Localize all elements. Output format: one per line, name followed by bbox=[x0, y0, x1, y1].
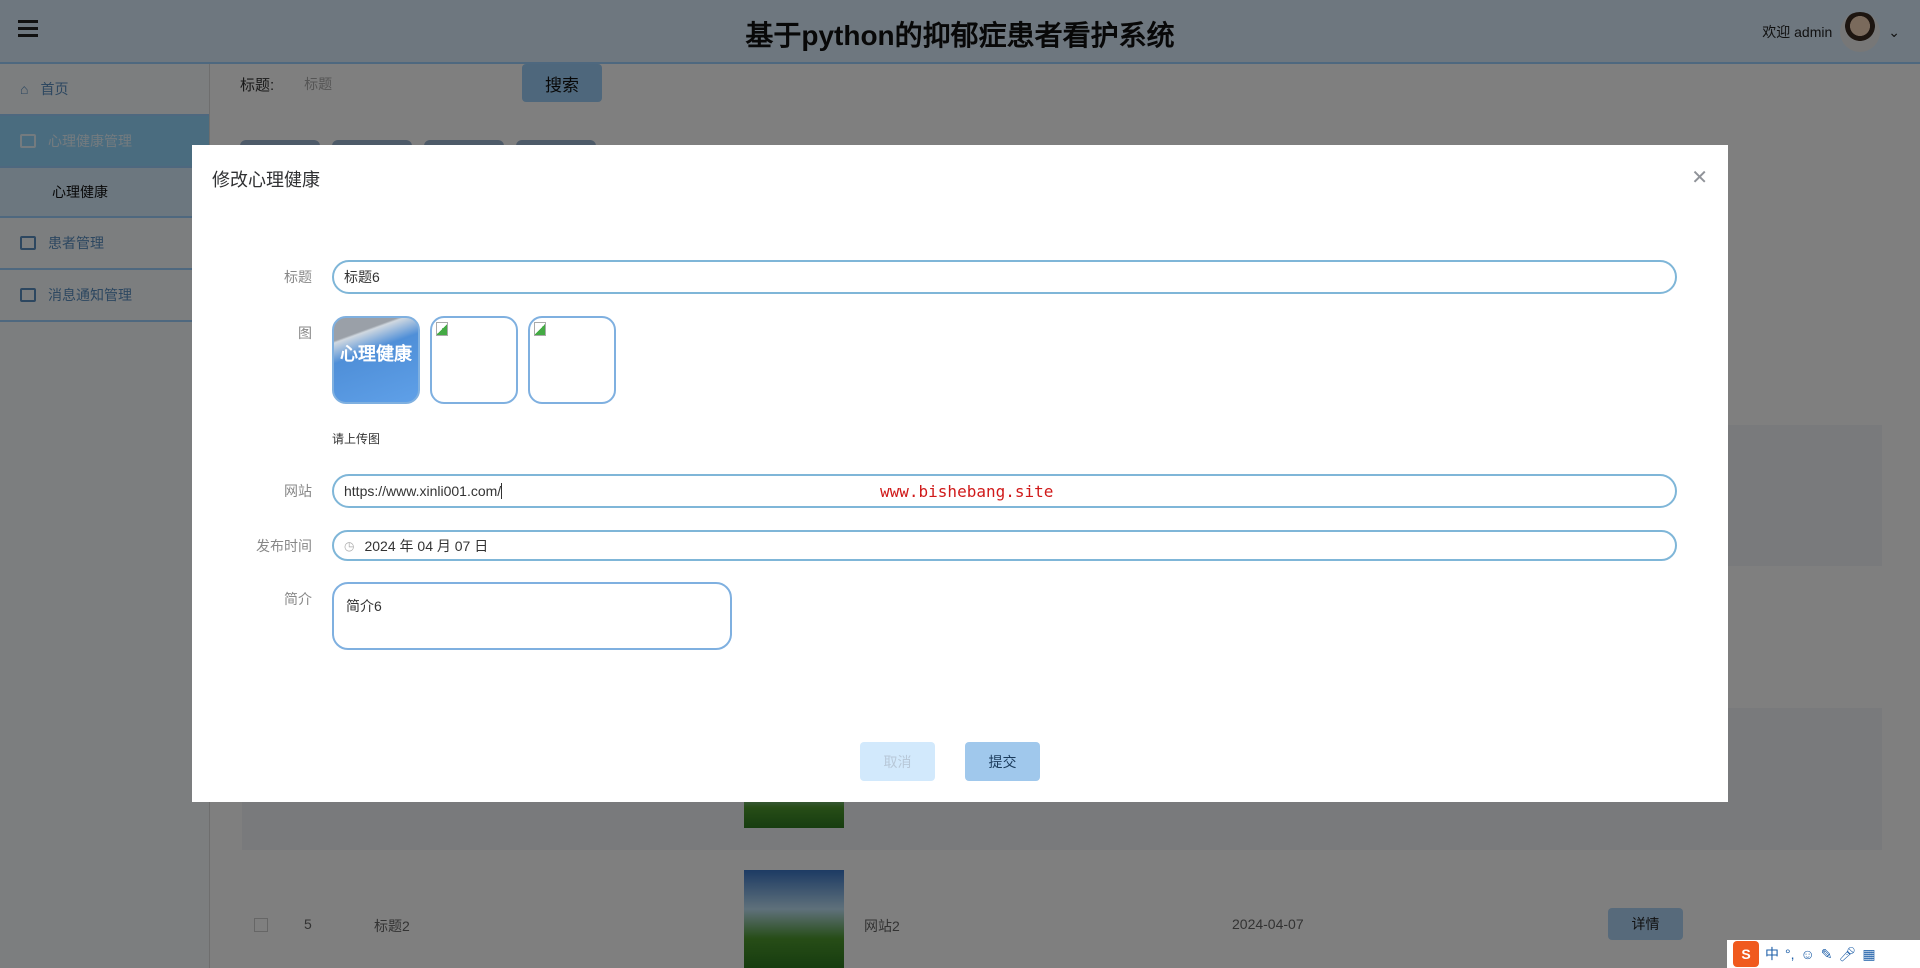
sogou-logo-icon: S bbox=[1733, 941, 1759, 967]
title-label: 标题 bbox=[284, 269, 312, 285]
clock-icon: ◷ bbox=[344, 538, 355, 553]
edit-dialog: 修改心理健康 ✕ 标题 标题6 图 心理健康 请上传图 网站 https://w… bbox=[192, 145, 1728, 802]
grid-icon[interactable]: ▦ bbox=[1862, 946, 1875, 963]
upload-hint: 请上传图 bbox=[332, 432, 381, 446]
site-label: 网站 bbox=[284, 483, 312, 499]
date-label: 发布时间 bbox=[256, 538, 312, 554]
cancel-button[interactable]: 取消 bbox=[860, 742, 935, 781]
intro-textarea[interactable]: 简介6 bbox=[332, 582, 732, 650]
submit-button[interactable]: 提交 bbox=[965, 742, 1040, 781]
title-input[interactable]: 标题6 bbox=[332, 260, 1677, 294]
watermark: www.bishebang.site bbox=[880, 482, 1054, 501]
intro-label: 简介 bbox=[284, 591, 312, 607]
ime-toolbar[interactable]: S 中 °, ☺ ✎ 🎤︎ ▦ bbox=[1727, 940, 1920, 968]
ime-punct[interactable]: °, bbox=[1785, 946, 1795, 962]
broken-image-icon bbox=[436, 322, 448, 336]
broken-image-icon bbox=[534, 322, 546, 336]
date-picker[interactable]: ◷ 2024 年 04 月 07 日 bbox=[332, 530, 1677, 561]
broken-image[interactable] bbox=[430, 316, 518, 404]
emoji-icon[interactable]: ☺ bbox=[1801, 946, 1815, 962]
dialog-title: 修改心理健康 bbox=[212, 170, 320, 190]
broken-image[interactable] bbox=[528, 316, 616, 404]
pen-icon[interactable]: ✎ bbox=[1821, 946, 1833, 963]
close-icon[interactable]: ✕ bbox=[1691, 165, 1708, 190]
image-label: 图 bbox=[298, 325, 312, 341]
mic-icon[interactable]: 🎤︎ bbox=[1839, 946, 1857, 963]
uploaded-image[interactable]: 心理健康 bbox=[332, 316, 420, 404]
ime-mode[interactable]: 中 bbox=[1765, 944, 1779, 964]
